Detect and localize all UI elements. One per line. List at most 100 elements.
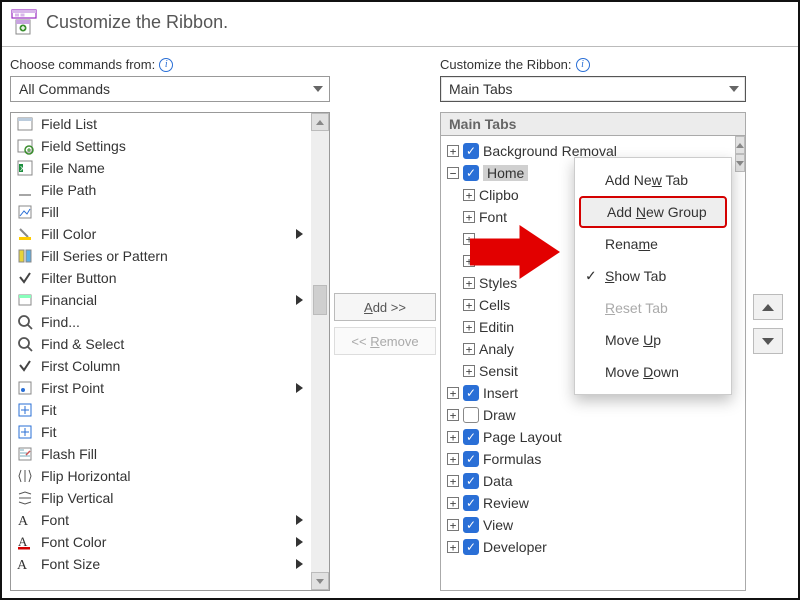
scroll-down-button[interactable] [311, 572, 329, 590]
tab-checkbox[interactable] [463, 165, 479, 181]
expand-toggle-icon[interactable]: + [447, 453, 459, 465]
command-item[interactable]: XFile Name [11, 157, 311, 179]
command-item[interactable]: Financial [11, 289, 311, 311]
add-button[interactable]: Add >> [334, 293, 436, 321]
context-menu-item[interactable]: Move Down [579, 356, 727, 388]
tab-label: Review [483, 495, 529, 511]
command-item[interactable]: Find... [11, 311, 311, 333]
command-label: Font [41, 512, 285, 528]
commands-listbox[interactable]: Field ListField SettingsXFile Name File P… [10, 112, 330, 591]
command-item[interactable]: A Font [11, 509, 311, 531]
tab-checkbox[interactable] [463, 473, 479, 489]
tree-scrollbar[interactable] [735, 136, 745, 590]
tree-tab-row[interactable]: +Page Layout [441, 426, 735, 448]
context-menu-label: Add New Tab [605, 172, 688, 188]
tab-label: View [483, 517, 513, 533]
scroll-thumb[interactable] [313, 285, 327, 315]
context-menu-item[interactable]: Rename [579, 228, 727, 260]
tab-checkbox[interactable] [463, 495, 479, 511]
tab-checkbox[interactable] [463, 517, 479, 533]
context-menu-item[interactable]: Add New Group [579, 196, 727, 228]
context-menu-item[interactable]: Add New Tab [579, 164, 727, 196]
tab-label: Home [483, 165, 528, 181]
command-item[interactable]: Fit [11, 399, 311, 421]
command-item[interactable]: First Point [11, 377, 311, 399]
scroll-up-button[interactable] [311, 113, 329, 131]
info-icon[interactable]: i [159, 58, 173, 72]
context-menu-item[interactable]: Move Up [579, 324, 727, 356]
context-menu-label: Reset Tab [605, 300, 668, 316]
command-item[interactable]: Fit [11, 421, 311, 443]
command-item[interactable]: Filter Button [11, 267, 311, 289]
tree-tab-row[interactable]: + Data [441, 470, 735, 492]
command-item[interactable]: Find & Select [11, 333, 311, 355]
expand-toggle-icon[interactable]: + [463, 321, 475, 333]
command-item[interactable]: Fill [11, 201, 311, 223]
tab-label: Data [483, 473, 513, 489]
command-item[interactable]: First Column [11, 355, 311, 377]
command-label: Filter Button [41, 270, 285, 286]
command-item[interactable]: Field List [11, 113, 311, 135]
expand-toggle-icon[interactable]: + [447, 475, 459, 487]
tree-tab-row[interactable]: + Review [441, 492, 735, 514]
tab-checkbox[interactable] [463, 143, 479, 159]
customize-ribbon-dropdown[interactable]: Main Tabs [440, 76, 746, 102]
tab-checkbox[interactable] [463, 539, 479, 555]
tab-label: Draw [483, 407, 516, 423]
command-item[interactable]: AFont Color [11, 531, 311, 553]
expand-toggle-icon[interactable]: + [447, 409, 459, 421]
context-menu-item[interactable]: ✓Show Tab [579, 260, 727, 292]
expand-toggle-icon[interactable]: + [447, 497, 459, 509]
tree-tab-row[interactable]: +Formulas [441, 448, 735, 470]
expand-toggle-icon[interactable]: + [447, 541, 459, 553]
move-up-button[interactable] [753, 294, 783, 320]
scroll-up-button[interactable] [735, 136, 745, 154]
command-item[interactable]: Flip Horizontal [11, 465, 311, 487]
listbox-scrollbar[interactable] [311, 113, 329, 590]
expand-toggle-icon[interactable]: + [463, 299, 475, 311]
tab-checkbox[interactable] [463, 407, 479, 423]
command-label: Font Size [41, 556, 285, 572]
info-icon[interactable]: i [576, 58, 590, 72]
tab-checkbox[interactable] [463, 451, 479, 467]
tree-tab-row[interactable]: +Developer [441, 536, 735, 558]
svg-text:A: A [18, 514, 29, 529]
tree-tab-row[interactable]: + Draw [441, 404, 735, 426]
context-menu-label: Move Up [605, 332, 661, 348]
group-label: Analy [479, 341, 514, 357]
context-menu-label: Rename [605, 236, 658, 252]
tab-checkbox[interactable] [463, 385, 479, 401]
command-icon: A [15, 510, 35, 530]
submenu-indicator-icon [291, 292, 307, 308]
move-down-button[interactable] [753, 328, 783, 354]
tab-checkbox[interactable] [463, 429, 479, 445]
expand-toggle-icon[interactable]: + [463, 365, 475, 377]
tree-tab-row[interactable]: + View [441, 514, 735, 536]
svg-text:A: A [17, 558, 28, 573]
expand-toggle-icon[interactable]: + [447, 145, 459, 157]
command-item[interactable]: Flip Vertical [11, 487, 311, 509]
expand-toggle-icon[interactable]: − [447, 167, 459, 179]
command-label: File Path [41, 182, 285, 198]
expand-toggle-icon[interactable]: + [463, 343, 475, 355]
command-label: First Point [41, 380, 285, 396]
command-label: Flip Horizontal [41, 468, 285, 484]
command-item[interactable]: Fill Color [11, 223, 311, 245]
command-label: Flash Fill [41, 446, 285, 462]
svg-text:X: X [20, 166, 25, 173]
command-item[interactable]: A Font Size [11, 553, 311, 575]
scroll-down-button[interactable] [735, 154, 745, 172]
command-item[interactable]: Fill Series or Pattern [11, 245, 311, 267]
customize-ribbon-icon [10, 8, 38, 36]
expand-toggle-icon[interactable]: + [447, 387, 459, 399]
command-item[interactable]: File Path [11, 179, 311, 201]
expand-toggle-icon[interactable]: + [447, 431, 459, 443]
command-icon [15, 466, 35, 486]
command-item[interactable]: Flash Fill [11, 443, 311, 465]
scroll-track[interactable] [311, 131, 329, 572]
choose-commands-dropdown[interactable]: All Commands [10, 76, 330, 102]
command-icon [15, 224, 35, 244]
expand-toggle-icon[interactable]: + [463, 189, 475, 201]
command-item[interactable]: Field Settings [11, 135, 311, 157]
expand-toggle-icon[interactable]: + [447, 519, 459, 531]
